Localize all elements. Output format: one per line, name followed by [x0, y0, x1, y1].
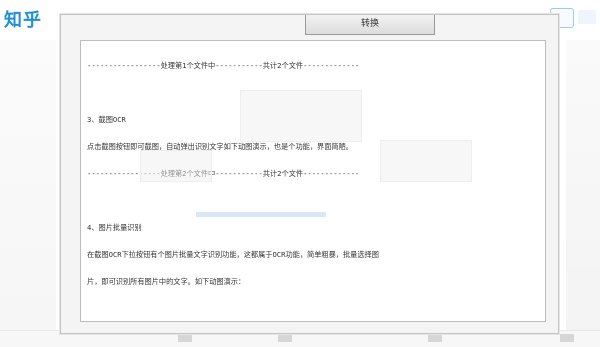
log-line: 在截图OCR下拉按钮有个图片批量文字识别功能，这都属于OCR功能，简单粗暴，批量…	[87, 250, 379, 259]
log-line: 片，即可识别所有图片中的文字。如下动图演示：	[87, 277, 246, 286]
log-line: 点击截图按钮即可截图，自动弹出识别文字如下动图演示，也是个功能，界面简陋。	[87, 142, 353, 151]
bottom-marker	[428, 334, 442, 342]
output-log[interactable]: -----------------处理第1个文件中-----------共计2个…	[80, 40, 546, 322]
log-line: -----------------处理第2个文件中-----------共计2个…	[87, 169, 360, 178]
log-line: 3、截图OCR	[87, 115, 126, 124]
screen: 知乎 转换 -----------------处理第1个文件中---------…	[0, 0, 600, 347]
left-panel	[0, 40, 56, 330]
log-line: -----------------处理第1个文件中-----------共计2个…	[87, 61, 360, 70]
log-line: 4、图片批量识别	[87, 223, 142, 232]
zhihu-logo: 知乎	[4, 10, 42, 31]
toolbar-chip	[578, 10, 596, 24]
bottom-marker	[178, 334, 192, 342]
bottom-marker	[560, 334, 574, 342]
bottom-marker	[278, 334, 292, 342]
right-panel	[566, 40, 600, 340]
convert-button[interactable]: 转换	[305, 15, 435, 35]
